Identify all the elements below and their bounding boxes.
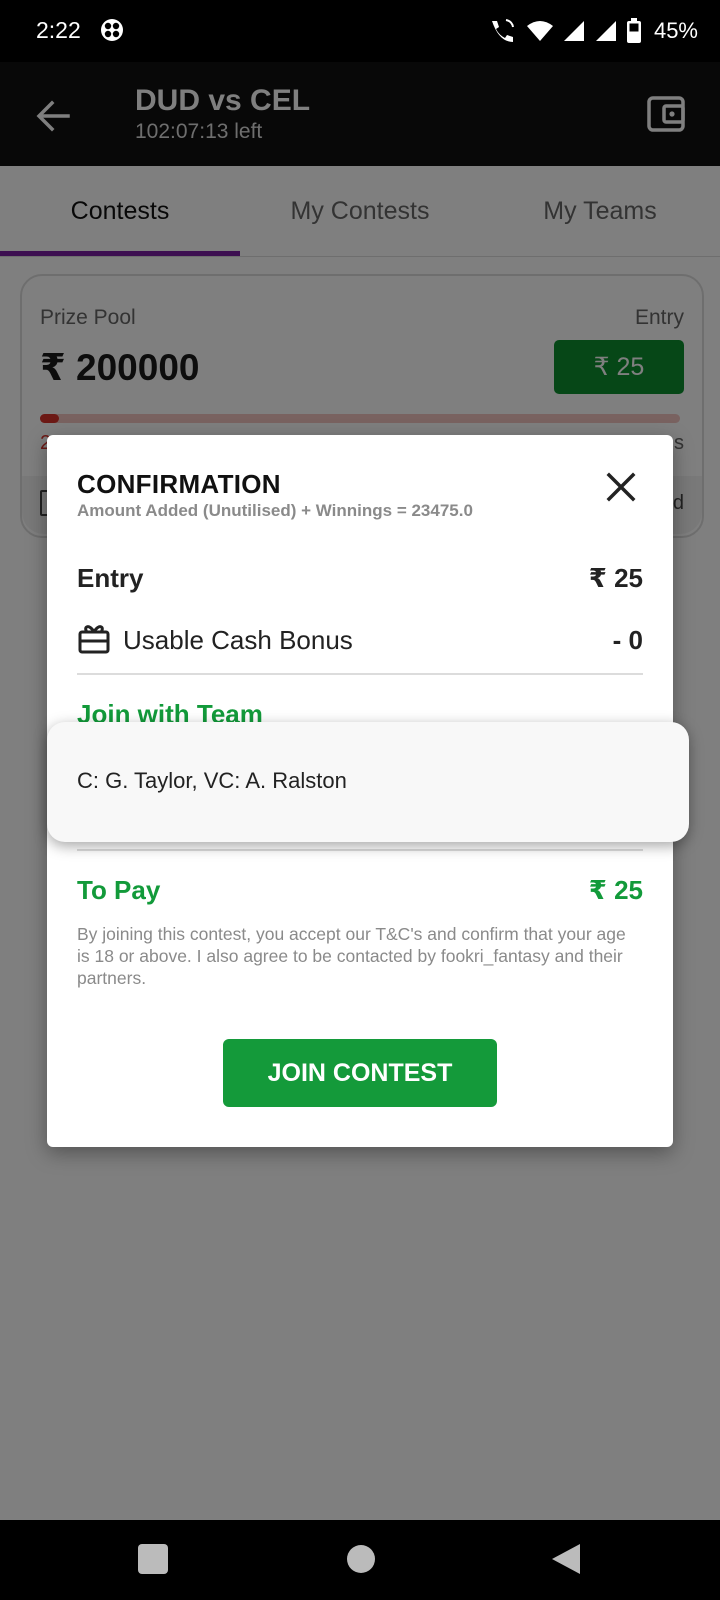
status-icons: 45% — [488, 14, 698, 48]
status-time: 2:22 — [36, 17, 81, 43]
battery-percent: 45% — [653, 18, 698, 43]
divider — [77, 849, 643, 851]
entry-row-value: ₹ 25 — [588, 563, 643, 593]
dialog-title: CONFIRMATION — [77, 469, 281, 499]
recent-apps-button[interactable] — [138, 1544, 168, 1574]
system-nav-bar — [0, 1520, 720, 1600]
app-notification-icon — [101, 19, 123, 41]
status-bar: 2:22 45% — [0, 0, 720, 62]
team-dropdown-menu: C: G. Taylor, VC: A. Ralston — [47, 722, 689, 842]
battery-icon — [626, 18, 641, 43]
divider — [77, 673, 643, 675]
to-pay-value: ₹ 25 — [588, 875, 643, 905]
entry-row-label: Entry — [77, 563, 144, 593]
wifi-icon — [526, 21, 553, 41]
signal-icon-2 — [595, 21, 616, 41]
to-pay-label: To Pay — [77, 875, 161, 905]
close-icon[interactable] — [601, 467, 641, 507]
nav-back-icon[interactable] — [550, 1542, 582, 1576]
wifi-calling-icon — [491, 19, 514, 42]
cash-bonus-label: Usable Cash Bonus — [123, 625, 353, 655]
team-option[interactable]: C: G. Taylor, VC: A. Ralston — [77, 768, 347, 794]
home-button[interactable] — [347, 1545, 375, 1573]
join-contest-button[interactable]: JOIN CONTEST — [223, 1039, 497, 1107]
cash-bonus-value: - 0 — [612, 625, 643, 655]
balance-summary: Amount Added (Unutilised) + Winnings = 2… — [77, 501, 473, 520]
terms-text: By joining this contest, you accept our … — [77, 924, 626, 988]
signal-icon — [563, 21, 584, 41]
gift-icon — [78, 625, 110, 654]
